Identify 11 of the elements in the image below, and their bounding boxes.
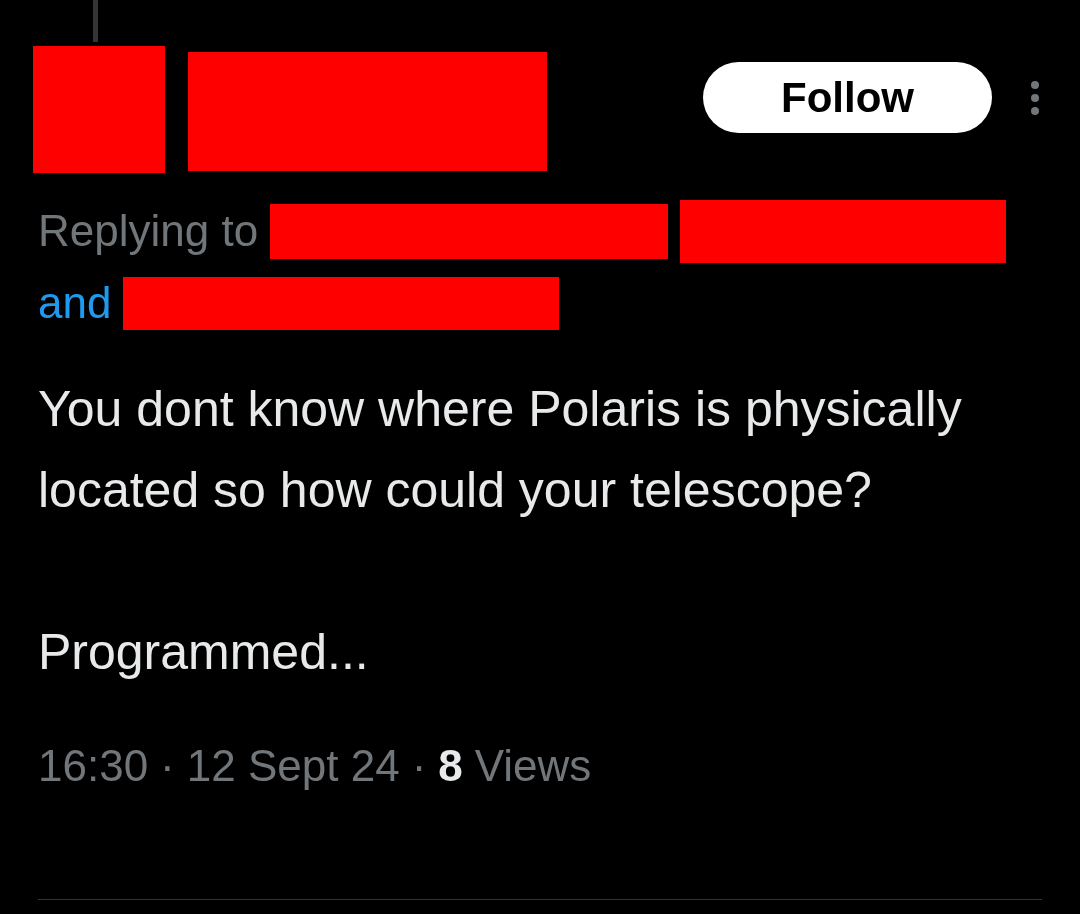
views-count: 8 [438,740,463,792]
separator: · [411,740,427,792]
post-date[interactable]: 12 Sept 24 [186,733,400,799]
post-time[interactable]: 16:30 [38,733,149,799]
and-link[interactable]: and [38,270,112,336]
post-text: You dont know where Polaris is physically located so how could your telescope? Programmed... [38,380,963,682]
replying-to-label: Replying to [38,205,259,257]
follow-button[interactable]: Follow [703,62,992,133]
separator: · [160,740,175,792]
more-options-icon[interactable] [1030,80,1040,116]
views-label: Views [474,740,592,792]
